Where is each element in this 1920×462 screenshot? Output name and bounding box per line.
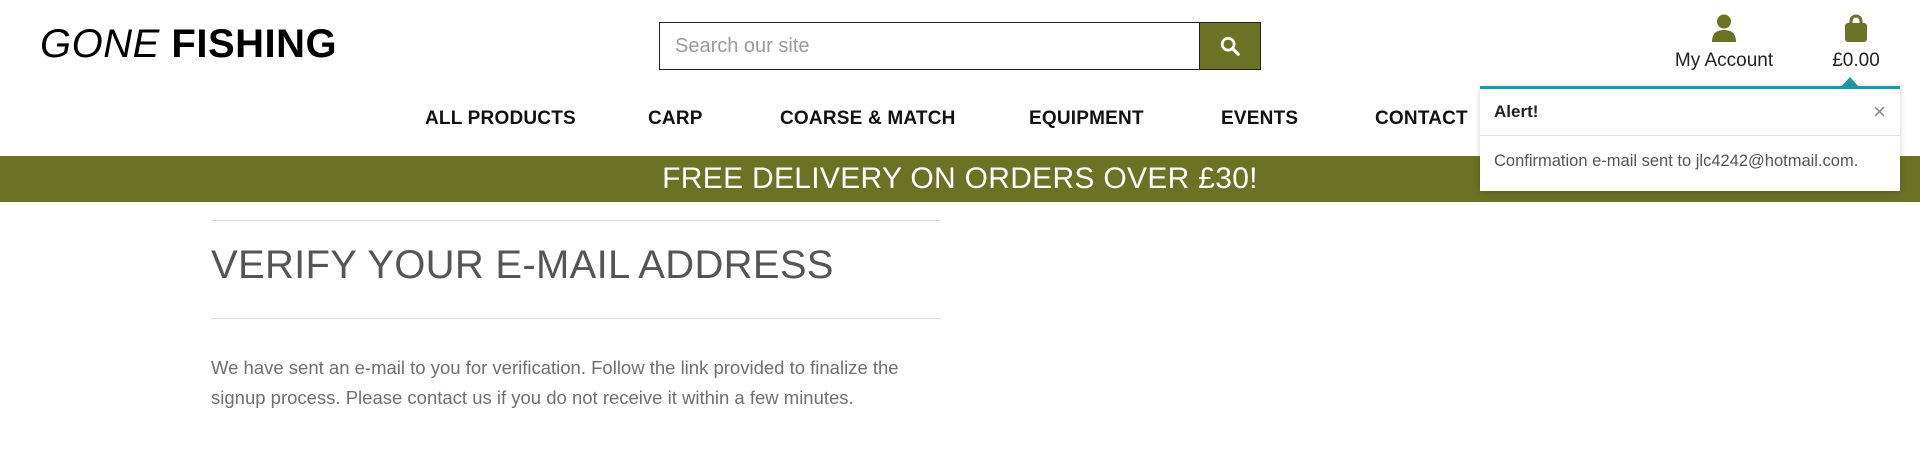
shopping-bag-icon xyxy=(1845,14,1867,42)
my-account-label: My Account xyxy=(1674,50,1774,71)
verification-message: We have sent an e-mail to you for verifi… xyxy=(211,357,899,408)
alert-message: Confirmation e-mail sent to jlc4242@hotm… xyxy=(1494,152,1859,170)
verify-email-section: VERIFY YOUR E-MAIL ADDRESS We have sent … xyxy=(211,220,941,413)
alert-toast: Alert! × Confirmation e-mail sent to jlc… xyxy=(1480,86,1900,191)
alert-header: Alert! × xyxy=(1480,89,1900,136)
nav-carp[interactable]: CARP xyxy=(648,108,703,130)
logo-text-bold: FISHING xyxy=(171,22,338,66)
divider-bottom xyxy=(211,318,941,319)
my-account-link[interactable]: My Account xyxy=(1660,14,1788,72)
bag-total: £0.00 xyxy=(1832,50,1880,71)
shopping-bag-link[interactable]: £0.00 xyxy=(1820,14,1892,72)
page-title: VERIFY YOUR E-MAIL ADDRESS xyxy=(211,243,834,287)
search-button[interactable] xyxy=(1199,22,1261,70)
nav-contact[interactable]: CONTACT xyxy=(1375,108,1468,130)
nav-all-products[interactable]: ALL PRODUCTS xyxy=(425,108,576,130)
nav-equipment[interactable]: EQUIPMENT xyxy=(1029,108,1144,130)
site-logo[interactable]: GONE FISHING xyxy=(40,22,337,67)
search-input[interactable] xyxy=(659,22,1199,70)
search-form xyxy=(659,22,1261,70)
alert-title: Alert! xyxy=(1494,102,1539,121)
divider-top xyxy=(211,220,941,221)
nav-coarse-match[interactable]: COARSE & MATCH xyxy=(780,108,956,130)
search-icon xyxy=(1220,36,1240,56)
nav-events[interactable]: EVENTS xyxy=(1221,108,1298,130)
delivery-banner-text: FREE DELIVERY ON ORDERS OVER £30! xyxy=(662,162,1258,195)
close-icon[interactable]: × xyxy=(1873,101,1886,123)
user-icon xyxy=(1712,14,1736,42)
logo-text-light: GONE xyxy=(40,22,160,66)
